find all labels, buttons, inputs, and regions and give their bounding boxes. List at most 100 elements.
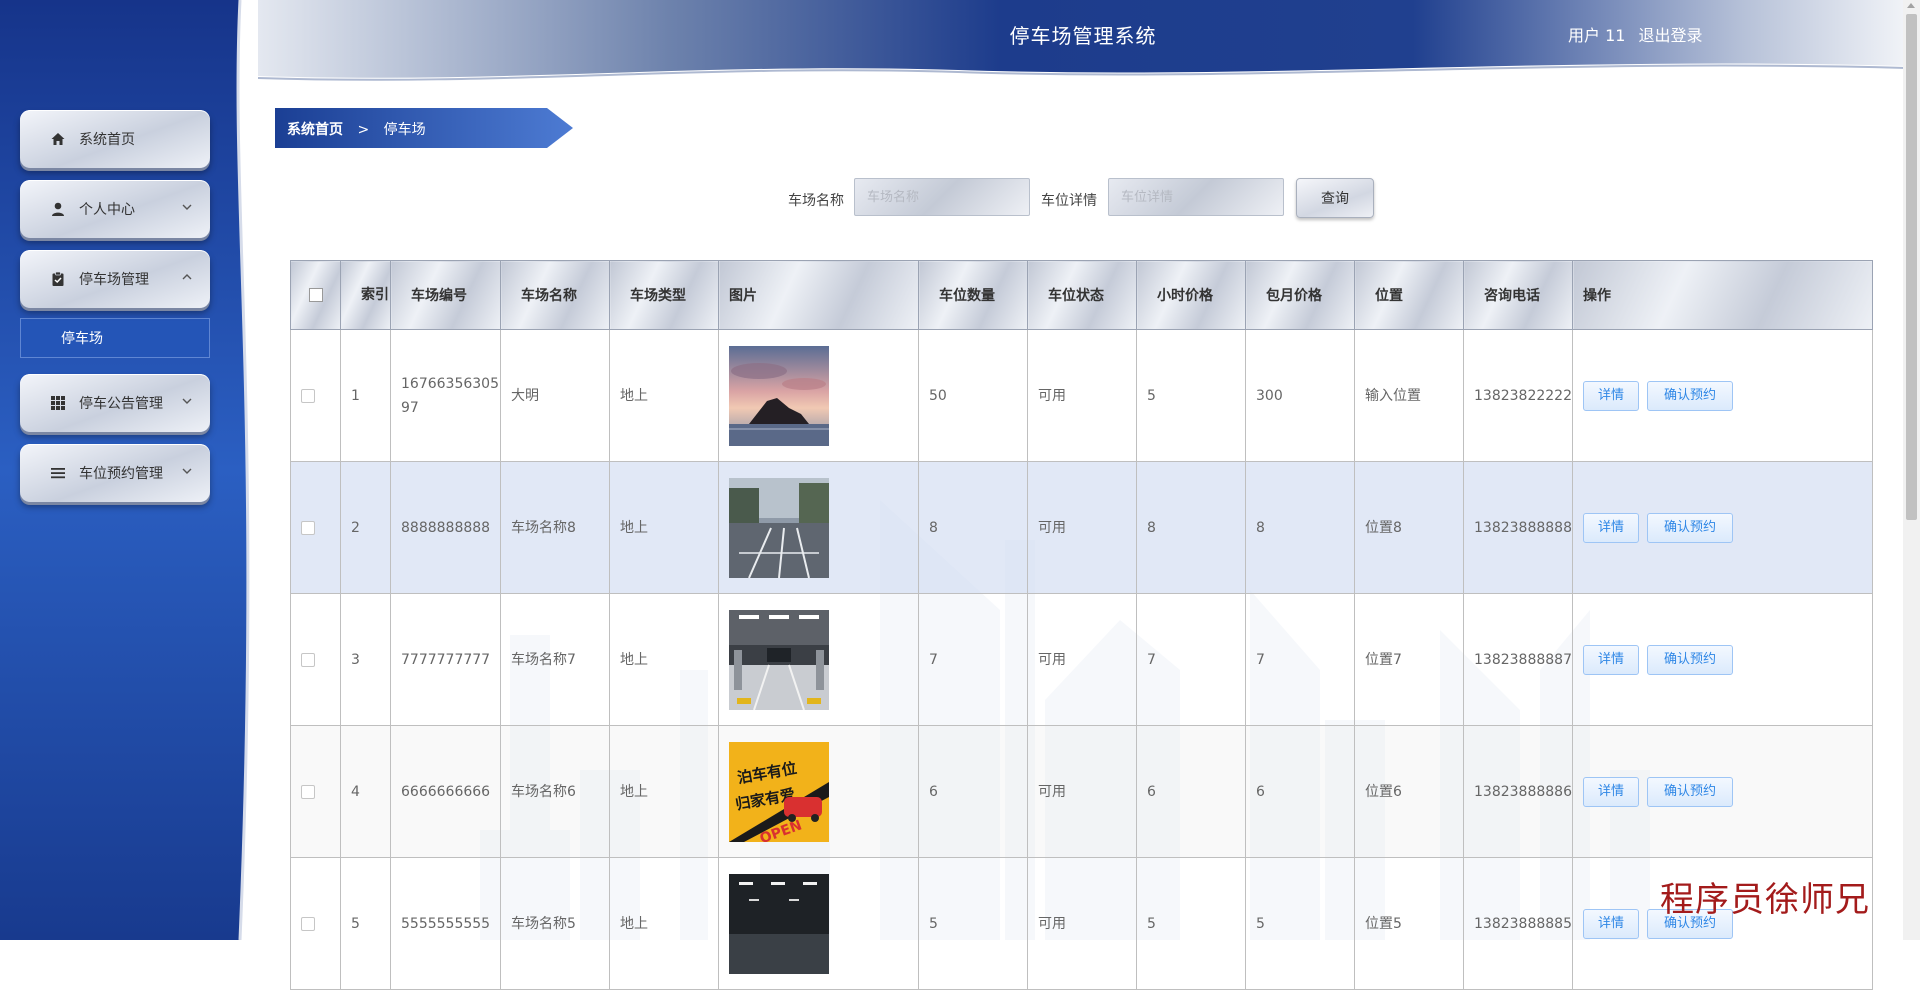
chevron-down-icon — [182, 468, 192, 474]
submenu-item-parking-lot[interactable]: 停车场 — [20, 318, 210, 358]
vertical-scrollbar[interactable] — [1903, 0, 1920, 940]
detail-button[interactable]: 详情 — [1583, 776, 1640, 807]
cell-index: 1 — [340, 329, 391, 462]
breadcrumb-home[interactable]: 系统首页 — [287, 122, 343, 138]
sidebar: 系统首页 个人中心 停车场管理 停车场 停车公告管理 车位预约管理 — [0, 0, 262, 940]
header-location: 位置 — [1354, 260, 1464, 330]
cell-count: 6 — [918, 725, 1028, 858]
row-checkbox[interactable] — [301, 916, 315, 931]
garage-interior-photo — [729, 609, 829, 710]
table-row: 5 5555555555 车场名称5 地上 5 可用 5 5 位置5 13823… — [290, 857, 1873, 990]
header-image: 图片 — [718, 260, 919, 330]
cell-name: 车场名称5 — [500, 857, 610, 990]
cell-actions: 详情 确认预约 — [1572, 461, 1873, 594]
sidebar-item-parking-management[interactable]: 停车场管理 — [20, 250, 210, 308]
cell-phone: 13823888886 — [1463, 725, 1573, 858]
sidebar-item-reservation-management[interactable]: 车位预约管理 — [20, 444, 210, 502]
cell-index: 2 — [340, 461, 391, 594]
user-area: 用户 11 退出登录 — [1568, 22, 1711, 46]
table-row: 1 1676635630597 大明 地上 50 可用 5 300 输入位置 1… — [290, 329, 1873, 462]
cell-image — [718, 593, 919, 726]
header-count: 车位数量 — [918, 260, 1028, 330]
cell-count: 5 — [918, 857, 1028, 990]
cell-status: 可用 — [1027, 461, 1137, 594]
detail-button[interactable]: 详情 — [1583, 644, 1640, 675]
confirm-reservation-button[interactable]: 确认预约 — [1647, 644, 1734, 675]
cell-phone: 13823888885 — [1463, 857, 1573, 990]
cell-status: 可用 — [1027, 857, 1137, 990]
row-select-cell[interactable] — [290, 461, 341, 594]
row-checkbox[interactable] — [301, 652, 315, 667]
table-row: 3 7777777777 车场名称7 地上 7 可用 7 7 位置7 13823… — [290, 593, 1873, 726]
cell-location: 位置8 — [1354, 461, 1464, 594]
sidebar-item-home[interactable]: 系统首页 — [20, 110, 210, 168]
cell-index: 4 — [340, 725, 391, 858]
submenu-item-label: 停车场 — [61, 331, 103, 347]
confirm-reservation-button[interactable]: 确认预约 — [1647, 380, 1734, 411]
row-select-cell[interactable] — [290, 329, 341, 462]
scrollbar-thumb[interactable] — [1906, 14, 1917, 520]
cell-status: 可用 — [1027, 329, 1137, 462]
cell-name: 大明 — [500, 329, 610, 462]
user-name: 用户 11 — [1568, 26, 1626, 45]
header-month-price: 包月价格 — [1245, 260, 1355, 330]
sidebar-item-announcement-management[interactable]: 停车公告管理 — [20, 374, 210, 432]
cell-actions: 详情 确认预约 — [1572, 329, 1873, 462]
street-parking-photo — [729, 477, 829, 578]
search-bar: 车场名称 车位详情 查询 — [0, 178, 1920, 220]
cell-count: 7 — [918, 593, 1028, 726]
sunset-rock-photo — [729, 345, 829, 446]
chevron-down-icon — [182, 398, 192, 404]
parking-name-label: 车场名称 — [788, 193, 844, 209]
cell-count: 8 — [918, 461, 1028, 594]
sidebar-item-label: 停车公告管理 — [79, 396, 163, 412]
cell-count: 50 — [918, 329, 1028, 462]
header-index: 索引 — [340, 260, 391, 330]
scroll-up-arrow-icon[interactable] — [1907, 3, 1915, 8]
cell-code: 6666666666 — [390, 725, 501, 858]
sidebar-menu: 系统首页 个人中心 停车场管理 停车场 停车公告管理 车位预约管理 — [20, 110, 210, 514]
space-detail-input[interactable] — [1108, 178, 1284, 216]
sidebar-item-label: 系统首页 — [79, 132, 135, 148]
grid-icon — [49, 394, 67, 412]
space-detail-label: 车位详情 — [1041, 193, 1097, 209]
row-checkbox[interactable] — [301, 520, 315, 535]
parking-name-input[interactable] — [854, 178, 1030, 216]
cell-month-price: 7 — [1245, 593, 1355, 726]
cell-status: 可用 — [1027, 725, 1137, 858]
cell-type: 地上 — [609, 857, 719, 990]
row-checkbox[interactable] — [301, 388, 315, 403]
row-select-cell[interactable] — [290, 593, 341, 726]
table-row: 4 6666666666 车场名称6 地上 泊车有位 归家有爱 OPEN 6 可… — [290, 725, 1873, 858]
header-code: 车场编号 — [390, 260, 501, 330]
breadcrumb: 系统首页 > 停车场 — [275, 108, 573, 148]
cell-index: 3 — [340, 593, 391, 726]
breadcrumb-content: 系统首页 > 停车场 — [287, 119, 436, 139]
cell-month-price: 6 — [1245, 725, 1355, 858]
breadcrumb-separator: > — [357, 122, 370, 138]
detail-button[interactable]: 详情 — [1583, 512, 1640, 543]
confirm-reservation-button[interactable]: 确认预约 — [1647, 512, 1734, 543]
header-phone: 咨询电话 — [1463, 260, 1573, 330]
select-all-checkbox[interactable] — [308, 288, 323, 302]
cell-month-price: 300 — [1245, 329, 1355, 462]
query-button[interactable]: 查询 — [1296, 178, 1374, 218]
cell-code: 1676635630597 — [390, 329, 501, 462]
row-select-cell[interactable] — [290, 725, 341, 858]
row-checkbox[interactable] — [301, 784, 315, 799]
header-select-all[interactable] — [290, 260, 341, 330]
sidebar-item-label: 停车场管理 — [79, 272, 149, 288]
cell-actions: 详情 确认预约 — [1572, 593, 1873, 726]
cell-type: 地上 — [609, 725, 719, 858]
cell-hour-price: 6 — [1136, 725, 1246, 858]
detail-button[interactable]: 详情 — [1583, 908, 1640, 939]
row-select-cell[interactable] — [290, 857, 341, 990]
table-row: 2 8888888888 车场名称8 地上 8 可用 8 8 位置8 13823… — [290, 461, 1873, 594]
logout-link[interactable]: 退出登录 — [1639, 26, 1703, 45]
underground-garage-photo — [729, 873, 829, 974]
list-icon — [49, 464, 67, 482]
confirm-reservation-button[interactable]: 确认预约 — [1647, 776, 1734, 807]
cell-code: 5555555555 — [390, 857, 501, 990]
detail-button[interactable]: 详情 — [1583, 380, 1640, 411]
cell-phone: 13823888888 — [1463, 461, 1573, 594]
